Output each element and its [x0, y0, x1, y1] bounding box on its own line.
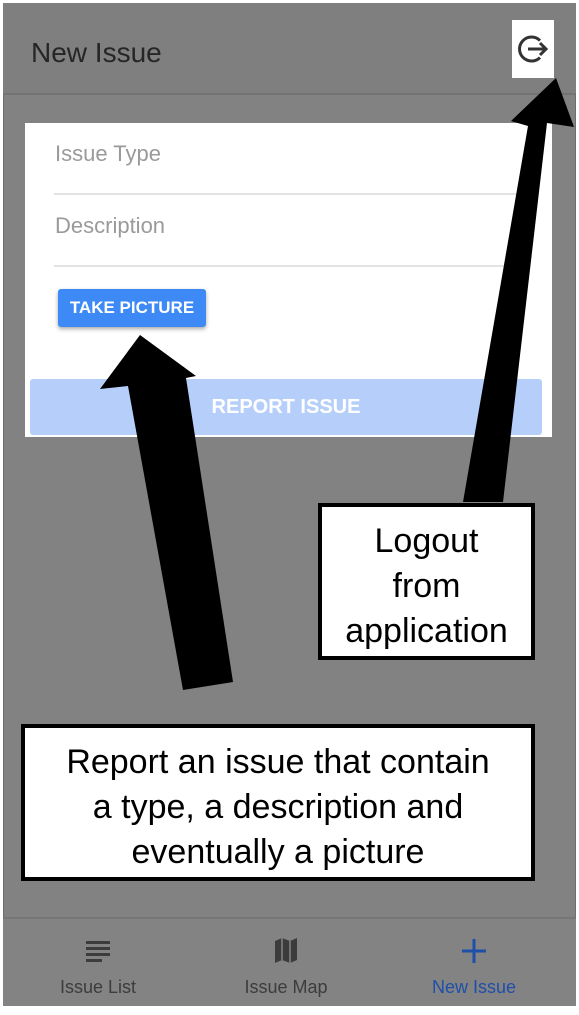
arrow-to-take-picture	[100, 335, 233, 690]
logout-callout: Logout from application	[318, 503, 535, 660]
logout-callout-line-2: from	[392, 567, 461, 605]
report-callout-line-3: eventually a picture	[131, 833, 425, 871]
arrow-to-logout	[463, 78, 574, 502]
report-callout: Report an issue that contain a type, a d…	[21, 724, 535, 881]
logout-callout-line-3: application	[345, 612, 508, 650]
report-callout-line-2: a type, a description and	[92, 788, 464, 826]
logout-callout-line-1: Logout	[374, 522, 479, 560]
report-callout-line-1: Report an issue that contain	[66, 743, 490, 781]
